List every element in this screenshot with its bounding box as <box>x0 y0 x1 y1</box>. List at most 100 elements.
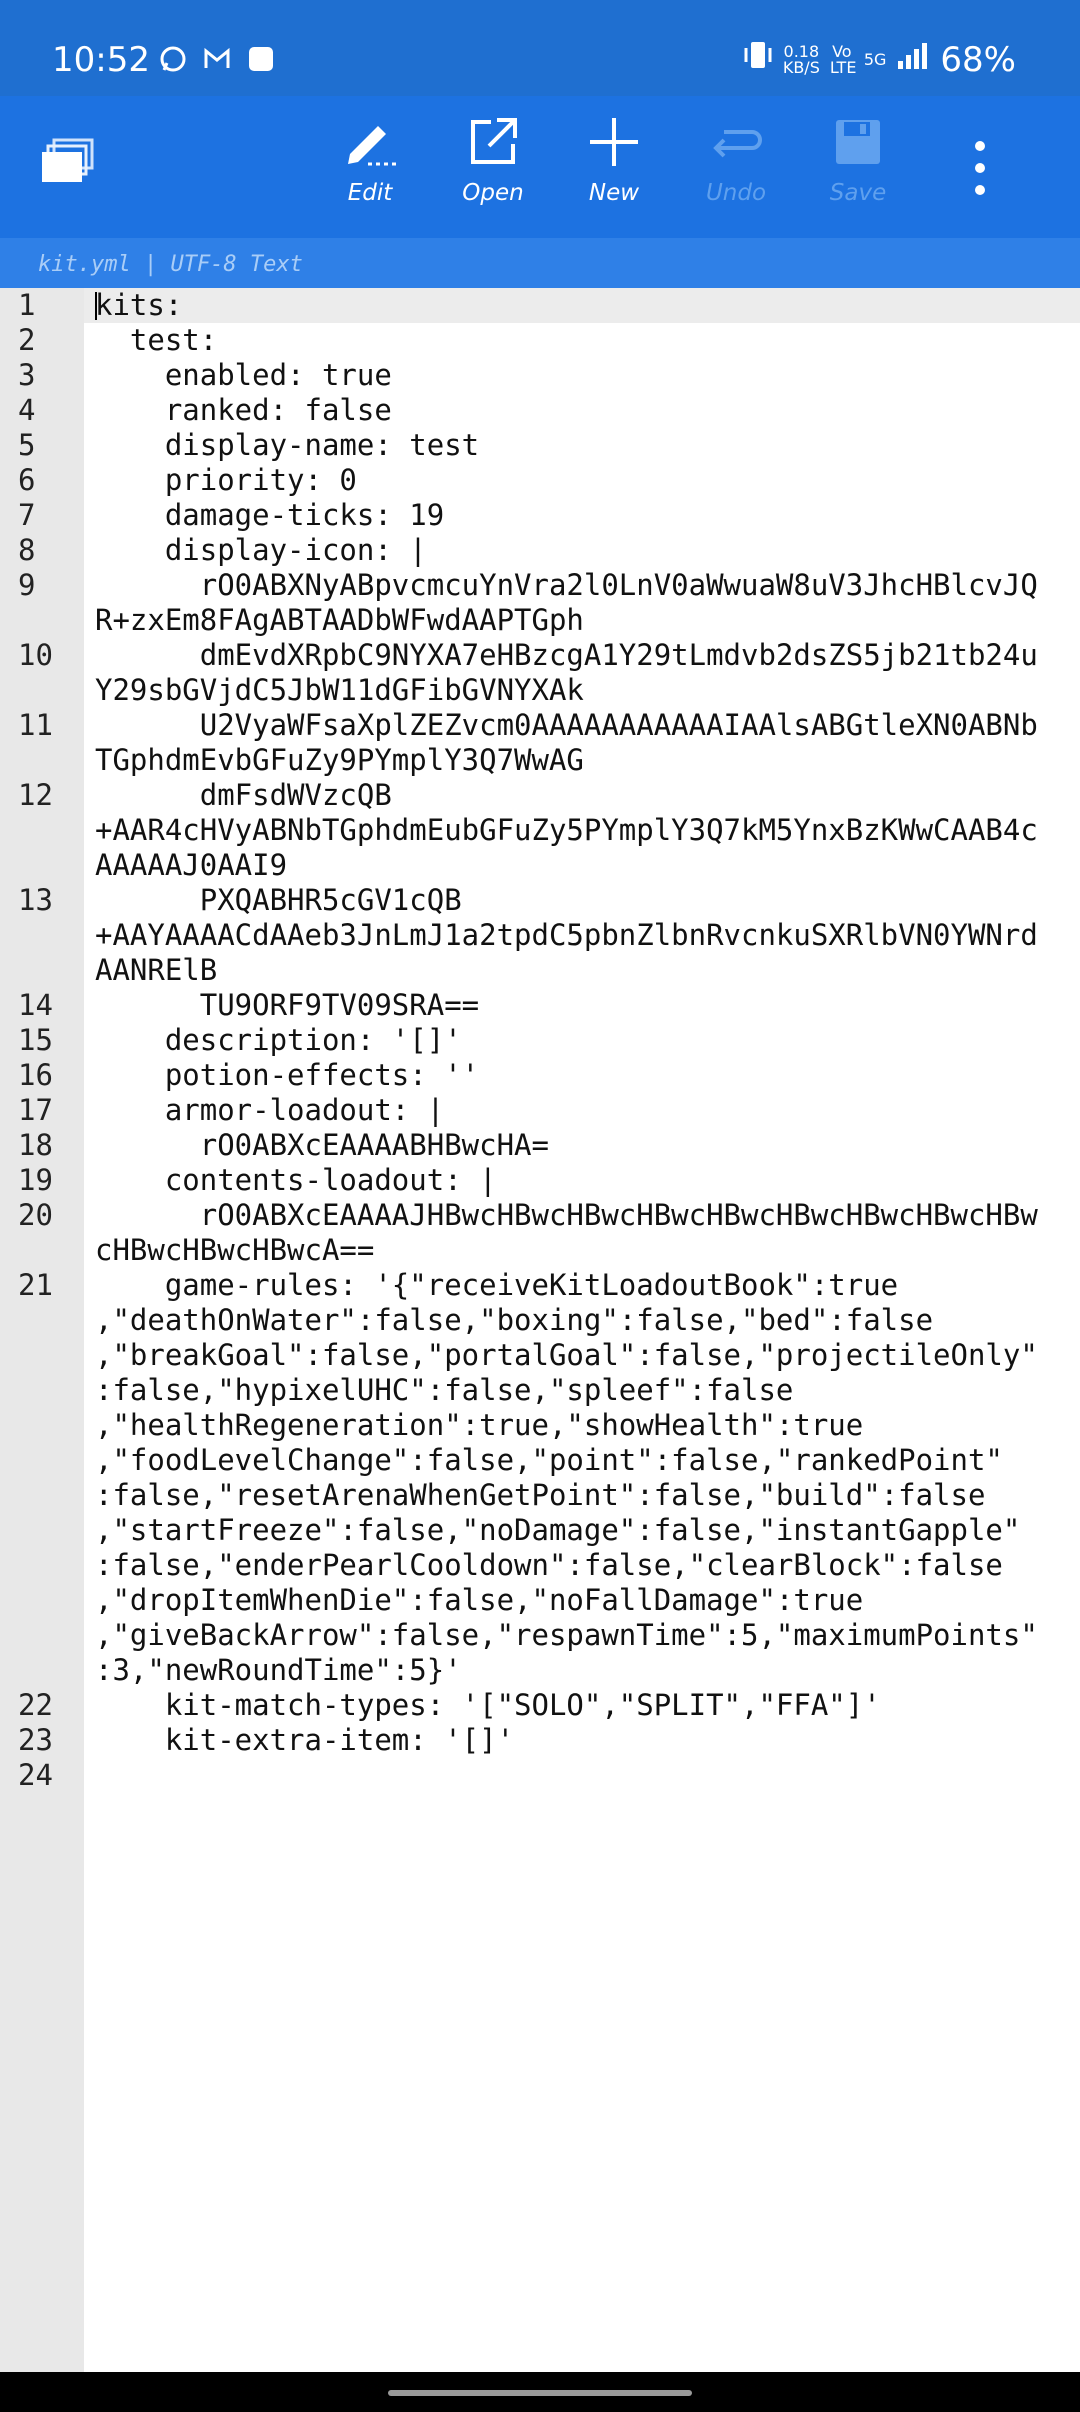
line-text: ,"breakGoal":false,"portalGoal":false,"p… <box>95 1338 1038 1372</box>
notification-icons <box>158 44 276 74</box>
line-text: +AAR4cHVyABNbTGphdmEubGFuZy5PYmplY3Q7kM5… <box>95 813 1038 847</box>
line-text: kits: <box>95 288 183 322</box>
line-text: ,"healthRegeneration":true,"showHealth":… <box>95 1408 864 1442</box>
line-text: ,"giveBackArrow":false,"respawnTime":5,"… <box>95 1618 1038 1652</box>
line-text: U2VyaWFsaXplZEZvcm0AAAAAAAAAAAIAAlsABGtl… <box>95 708 1038 742</box>
line-number: 20 <box>18 1198 53 1232</box>
line-text: rO0ABXNyABpvcmcuYnVra2l0LnV0aWwuaW8uV3Jh… <box>95 568 1038 602</box>
line-number: 3 <box>18 358 36 392</box>
status-bar: 10:52 0.18 KB/S Vo LTE 5G 68% <box>0 0 1080 96</box>
plus-icon <box>590 118 638 166</box>
line-number: 7 <box>18 498 36 532</box>
line-number: 8 <box>18 533 36 567</box>
line-text: +AAYAAAACdAAeb3JnLmJ1a2tpdC5pbnZlbnRvcnk… <box>95 918 1038 952</box>
pencil-icon <box>348 126 396 166</box>
line-text: potion-effects: '' <box>95 1058 480 1092</box>
line-number: 18 <box>18 1128 53 1162</box>
text-cursor <box>95 292 97 320</box>
line-number: 2 <box>18 323 36 357</box>
line-text: Y29sbGVjdC5JbW11dGFibGVNYXAk <box>95 673 584 707</box>
toolbar: Edit Open New Undo Save <box>0 96 1080 238</box>
line-text: rO0ABXcEAAAABHBwcHA= <box>95 1128 549 1162</box>
more-options-button[interactable] <box>960 136 1000 200</box>
line-text: ,"dropItemWhenDie":false,"noFallDamage":… <box>95 1583 864 1617</box>
line-text: ,"deathOnWater":false,"boxing":false,"be… <box>95 1303 934 1337</box>
line-text: game-rules: '{"receiveKitLoadoutBook":tr… <box>95 1268 899 1302</box>
status-time: 10:52 <box>52 40 150 80</box>
app-notification-icon <box>246 44 276 74</box>
open-button[interactable]: Open <box>438 114 548 224</box>
line-text: kit-match-types: '["SOLO","SPLIT","FFA"]… <box>95 1688 881 1722</box>
status-right: 0.18 KB/S Vo LTE 5G 68% <box>743 38 1016 81</box>
line-text: rO0ABXcEAAAAJHBwcHBwcHBwcHBwcHBwcHBwcHBw… <box>95 1198 1038 1232</box>
line-text: TU9ORF9TV09SRA== <box>95 988 480 1022</box>
line-text: :false,"enderPearlCooldown":false,"clear… <box>95 1548 1003 1582</box>
line-text: :false,"hypixelUHC":false,"spleef":false <box>95 1373 794 1407</box>
line-number: 14 <box>18 988 53 1022</box>
line-text: ,"foodLevelChange":false,"point":false,"… <box>95 1443 1003 1477</box>
line-text: test: <box>95 323 218 357</box>
line-text: contents-loadout: | <box>95 1163 497 1197</box>
line-text: AANRElB <box>95 953 218 987</box>
line-text: :false,"resetArenaWhenGetPoint":false,"b… <box>95 1478 986 1512</box>
line-text: display-name: test <box>95 428 480 462</box>
line-number: 11 <box>18 708 53 742</box>
line-text: dmFsdWVzcQB <box>95 778 392 812</box>
tabs-button[interactable] <box>40 136 96 190</box>
line-number: 6 <box>18 463 36 497</box>
line-number: 22 <box>18 1688 53 1722</box>
line-text: dmEvdXRpbC9NYXA7eHBzcgA1Y29tLmdvb2dsZS5j… <box>95 638 1038 672</box>
line-number: 16 <box>18 1058 53 1092</box>
home-handle[interactable] <box>388 2390 692 2396</box>
vibrate-icon <box>743 38 773 81</box>
line-number: 5 <box>18 428 36 462</box>
line-number: 1 <box>18 288 36 322</box>
line-number: 15 <box>18 1023 53 1057</box>
undo-icon <box>713 130 762 158</box>
line-number: 4 <box>18 393 36 427</box>
code-editor[interactable]: 1 kits: 2 test: 3 enabled: true 4 ranked: fa… <box>0 288 1080 2372</box>
line-number: 23 <box>18 1723 53 1757</box>
line-number: 10 <box>18 638 53 672</box>
line-number: 24 <box>18 1758 53 1792</box>
volte-indicator: Vo LTE <box>829 41 857 77</box>
line-text: priority: 0 <box>95 463 357 497</box>
line-number: 19 <box>18 1163 53 1197</box>
signal-icon <box>896 40 930 80</box>
whatsapp-icon <box>158 44 188 74</box>
line-number: 12 <box>18 778 53 812</box>
tabs-icon <box>42 138 94 182</box>
open-external-icon <box>471 118 517 164</box>
current-line-highlight <box>84 288 1080 323</box>
undo-button[interactable]: Undo <box>681 114 791 224</box>
edit-button[interactable]: Edit <box>315 114 425 224</box>
line-text: AAAAAJ0AAI9 <box>95 848 288 882</box>
line-text: damage-ticks: 19 <box>95 498 445 532</box>
line-text: armor-loadout: | <box>95 1093 445 1127</box>
gmail-icon <box>202 44 232 74</box>
line-number: 9 <box>18 568 36 602</box>
line-text: cHBwcHBwcHBwcA== <box>95 1233 375 1267</box>
line-text: PXQABHR5cGV1cQB <box>95 883 462 917</box>
line-text: ,"startFreeze":false,"noDamage":false,"i… <box>95 1513 1021 1547</box>
line-text: TGphdmEvbGFuZy9PYmplY3Q7WwAG <box>95 743 584 777</box>
more-vert-icon <box>975 141 985 195</box>
new-button[interactable]: New <box>559 114 669 224</box>
line-text: display-icon: | <box>95 533 427 567</box>
line-text: description: '[]' <box>95 1023 462 1057</box>
line-text: kit-extra-item: '[]' <box>95 1723 515 1757</box>
line-number: 21 <box>18 1268 53 1302</box>
navigation-bar <box>0 2372 1080 2412</box>
line-number: 17 <box>18 1093 53 1127</box>
file-info-bar: kit.yml | UTF-8 Text <box>0 238 1080 288</box>
battery-level: 68% <box>940 39 1016 80</box>
line-text: :3,"newRoundTime":5}' <box>95 1653 462 1687</box>
line-number: 13 <box>18 883 53 917</box>
save-icon <box>836 120 880 164</box>
net-speed: 0.18 KB/S <box>782 41 820 77</box>
line-text: ranked: false <box>95 393 392 427</box>
line-text: enabled: true <box>95 358 392 392</box>
network-type: 5G <box>863 49 887 69</box>
save-button[interactable]: Save <box>803 114 913 224</box>
line-text: R+zxEm8FAgABTAADbWFwdAAPTGph <box>95 603 584 637</box>
